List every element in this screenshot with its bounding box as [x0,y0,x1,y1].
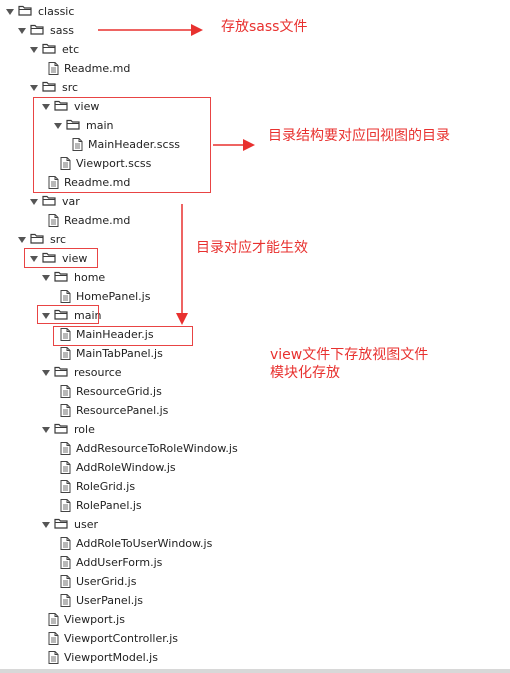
tree-item-label: ResourcePanel.js [76,404,169,417]
folder-icon [30,21,44,40]
mapping-note: 目录对应才能生效 [196,240,308,256]
tree-item-label: resource [74,366,122,379]
tree-item-label: ViewportController.js [64,632,179,645]
view-note-line1: view文件下存放视图文件 [270,347,429,363]
expand-triangle-icon[interactable] [30,199,38,205]
tree-item-label: RolePanel.js [76,499,142,512]
tree-item-label: HomePanel.js [76,290,151,303]
tree-item-label: home [74,271,106,284]
view-note-line2: 模块化存放 [270,365,340,381]
folder-icon [42,78,56,97]
expand-triangle-icon[interactable] [18,28,26,34]
file-icon [48,629,59,648]
file-icon [60,553,71,572]
file-icon [48,211,59,230]
expand-triangle-icon[interactable] [42,370,50,376]
file-icon [60,401,71,420]
file-icon [60,344,71,363]
tree-item-label: MainTabPanel.js [76,347,163,360]
folder-icon [30,230,44,249]
expand-triangle-icon[interactable] [42,522,50,528]
tree-item-label: Readme.md [64,214,131,227]
tree-item-label: ResourceGrid.js [76,385,162,398]
mainheader-js-highlight-box [53,326,193,346]
folder-icon [42,40,56,59]
sass-note: 存放sass文件 [221,19,308,35]
tree-item-label: user [74,518,98,531]
tree-item-label: role [74,423,95,436]
tree-item-label: sass [50,24,74,37]
file-icon [60,287,71,306]
expand-triangle-icon[interactable] [42,275,50,281]
file-icon [48,648,59,667]
tree-item-label: var [62,195,80,208]
file-icon [60,382,71,401]
src-view-highlight-box [24,248,98,268]
file-icon [60,572,71,591]
structure-note: 目录结构要对应回视图的目录 [268,128,450,144]
tree-item-label: classic [38,5,75,18]
tree-item-label: etc [62,43,80,56]
tree-item-label: RoleGrid.js [76,480,136,493]
folder-icon [54,268,68,287]
tree-item-label: ViewportModel.js [64,651,158,664]
sass-view-highlight-box [33,97,211,193]
expand-triangle-icon[interactable] [42,427,50,433]
file-icon [48,59,59,78]
folder-icon [54,515,68,534]
file-icon [48,610,59,629]
file-icon [60,477,71,496]
tree-item-label: AddRoleToUserWindow.js [76,537,213,550]
folder-icon [54,420,68,439]
file-icon [60,439,71,458]
file-icon [60,496,71,515]
tree-item-label: UserPanel.js [76,594,144,607]
expand-triangle-icon[interactable] [30,47,38,53]
folder-icon [18,2,32,21]
tree-item-label: src [50,233,67,246]
bottom-edge [0,669,510,673]
tree-item-label: AddResourceToRoleWindow.js [76,442,238,455]
tree-item-label: Readme.md [64,62,131,75]
folder-icon [42,192,56,211]
expand-triangle-icon[interactable] [18,237,26,243]
main-folder-highlight-box [37,305,99,324]
expand-triangle-icon[interactable] [6,9,14,15]
tree-item-label: AddUserForm.js [76,556,163,569]
tree-item-label: Viewport.js [64,613,125,626]
file-icon [60,534,71,553]
tree-item-label: src [62,81,79,94]
file-icon [60,591,71,610]
file-icon [60,458,71,477]
tree-item-label: UserGrid.js [76,575,137,588]
folder-icon [54,363,68,382]
expand-triangle-icon[interactable] [30,85,38,91]
tree-item-label: AddRoleWindow.js [76,461,176,474]
